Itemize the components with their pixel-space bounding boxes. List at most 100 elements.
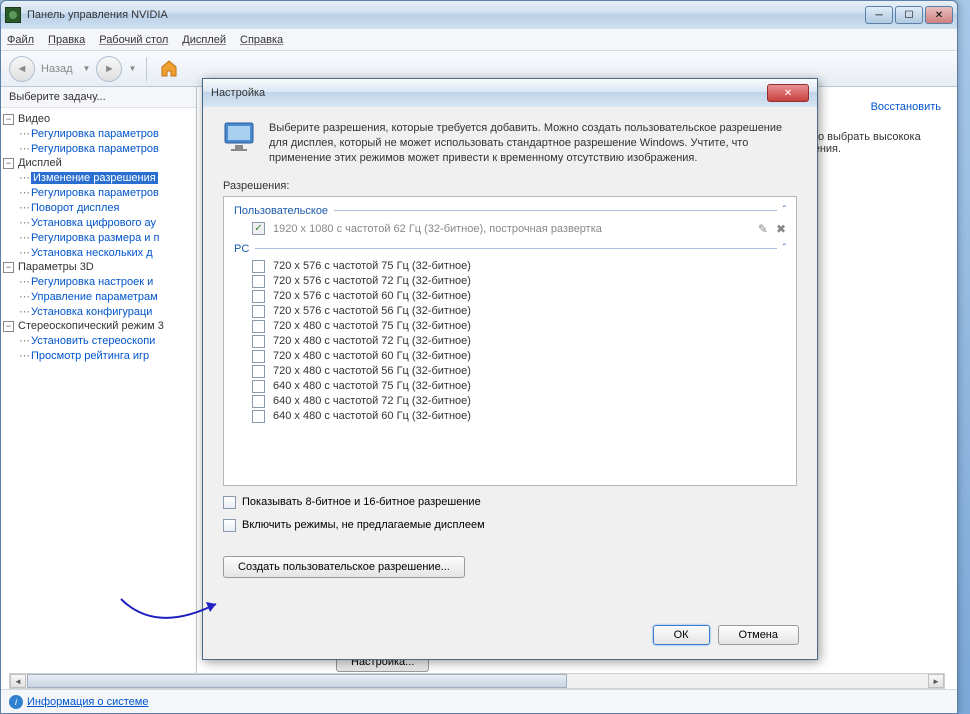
show-8-16-bit-label: Показывать 8-битное и 16-битное разрешен… [242, 496, 481, 508]
status-bar: i Информация о системе [1, 689, 957, 713]
menu-help[interactable]: Справка [240, 34, 283, 46]
tree-category[interactable]: Видео [18, 113, 50, 125]
resolution-checkbox[interactable] [252, 380, 265, 393]
nvidia-icon [5, 7, 21, 23]
tree-item[interactable]: Регулировка размера и п [31, 232, 159, 244]
resolution-label: 720 x 480 с частотой 72 Гц (32-битное) [273, 335, 471, 347]
tree-category[interactable]: Стереоскопический режим 3 [18, 320, 164, 332]
resolution-label: 640 x 480 с частотой 72 Гц (32-битное) [273, 395, 471, 407]
resolution-label: 1920 x 1080 с частотой 62 Гц (32-битное)… [273, 223, 602, 235]
system-info-link[interactable]: Информация о системе [27, 696, 148, 708]
tree-item[interactable]: Установить стереоскопи [31, 335, 155, 347]
resolution-checkbox[interactable] [252, 365, 265, 378]
maximize-button[interactable]: ☐ [895, 6, 923, 24]
resolution-item[interactable]: 720 x 480 с частотой 56 Гц (32-битное) [234, 364, 786, 379]
tree-toggle[interactable]: − [3, 158, 14, 169]
tree-toggle[interactable]: − [3, 114, 14, 125]
group-line [334, 210, 777, 211]
tree-item[interactable]: Регулировка параметров [31, 143, 159, 155]
home-icon[interactable] [157, 57, 181, 81]
resolution-checkbox[interactable] [252, 275, 265, 288]
scroll-thumb[interactable] [27, 674, 567, 688]
tree-item[interactable]: Установка нескольких д [31, 247, 153, 259]
tree-item[interactable]: Установка цифрового ау [31, 217, 156, 229]
resolution-label: 720 x 480 с частотой 60 Гц (32-битное) [273, 350, 471, 362]
ok-button[interactable]: ОК [653, 625, 710, 645]
title-bar[interactable]: Панель управления NVIDIA ─ ☐ ✕ [1, 1, 957, 29]
resolution-item[interactable]: 640 x 480 с частотой 72 Гц (32-битное) [234, 394, 786, 409]
resolution-checkbox[interactable] [252, 222, 265, 235]
resolution-item[interactable]: 640 x 480 с частотой 60 Гц (32-битное) [234, 409, 786, 424]
resolution-checkbox[interactable] [252, 260, 265, 273]
settings-dialog: Настройка ✕ Выберите разрешения, которые… [202, 78, 818, 660]
tree-item[interactable]: Регулировка настроек и [31, 276, 153, 288]
tree-toggle[interactable]: − [3, 262, 14, 273]
show-8-16-bit-checkbox[interactable] [223, 496, 236, 509]
close-button[interactable]: ✕ [925, 6, 953, 24]
dialog-close-button[interactable]: ✕ [767, 84, 809, 102]
resolution-item[interactable]: 720 x 480 с частотой 72 Гц (32-битное) [234, 334, 786, 349]
tree-toggle[interactable]: − [3, 321, 14, 332]
restore-link[interactable]: Восстановить [871, 101, 941, 113]
tree-item[interactable]: Изменение разрешения [31, 172, 158, 184]
menu-display[interactable]: Дисплей [182, 34, 226, 46]
back-dropdown[interactable]: ▼ [83, 64, 91, 73]
scroll-left-button[interactable]: ◄ [10, 674, 26, 688]
group-custom-title: Пользовательское [234, 205, 328, 217]
tree-item[interactable]: Управление параметрам [31, 291, 158, 303]
menu-desktop[interactable]: Рабочий стол [99, 34, 168, 46]
menu-bar: Файл Правка Рабочий стол Дисплей Справка [1, 29, 957, 51]
dialog-title-bar[interactable]: Настройка ✕ [203, 79, 817, 107]
resolution-item[interactable]: 720 x 576 с частотой 72 Гц (32-битное) [234, 274, 786, 289]
include-modes-label: Включить режимы, не предлагаемые дисплее… [242, 519, 485, 531]
include-modes-checkbox[interactable] [223, 519, 236, 532]
resolution-checkbox[interactable] [252, 290, 265, 303]
resolution-label: 720 x 576 с частотой 56 Гц (32-битное) [273, 305, 471, 317]
resolution-label: 720 x 576 с частотой 75 Гц (32-битное) [273, 260, 471, 272]
edit-icon[interactable]: ✎ [758, 222, 768, 236]
menu-edit[interactable]: Правка [48, 34, 85, 46]
scroll-track[interactable] [568, 674, 928, 688]
tree-item[interactable]: Поворот дисплея [31, 202, 119, 214]
tree-item[interactable]: Просмотр рейтинга игр [31, 350, 149, 362]
tree-item[interactable]: Установка конфигураци [31, 306, 152, 318]
group-custom-collapse[interactable]: ˆ [783, 205, 786, 216]
menu-file[interactable]: Файл [7, 34, 34, 46]
resolutions-listbox[interactable]: Пользовательское ˆ 1920 x 1080 с частото… [223, 196, 797, 486]
scroll-right-button[interactable]: ► [928, 674, 944, 688]
tree-category[interactable]: Параметры 3D [18, 261, 94, 273]
create-custom-resolution-button[interactable]: Создать пользовательское разрешение... [223, 556, 465, 578]
resolution-item[interactable]: 640 x 480 с частотой 75 Гц (32-битное) [234, 379, 786, 394]
tree-category[interactable]: Дисплей [18, 157, 62, 169]
minimize-button[interactable]: ─ [865, 6, 893, 24]
resolution-checkbox[interactable] [252, 410, 265, 423]
resolution-checkbox[interactable] [252, 335, 265, 348]
forward-dropdown[interactable]: ▼ [128, 64, 136, 73]
resolution-label: 720 x 480 с частотой 75 Гц (32-битное) [273, 320, 471, 332]
resolution-checkbox[interactable] [252, 350, 265, 363]
task-tree: −Видео⋯Регулировка параметров⋯Регулировк… [1, 108, 196, 367]
tree-item[interactable]: Регулировка параметров [31, 128, 159, 140]
dialog-intro-text: Выберите разрешения, которые требуется д… [269, 121, 797, 166]
back-button[interactable]: ◄ [9, 56, 35, 82]
resolution-checkbox[interactable] [252, 395, 265, 408]
group-pc-collapse[interactable]: ˆ [783, 243, 786, 254]
task-sidebar: Выберите задачу... −Видео⋯Регулировка па… [1, 87, 197, 689]
delete-icon[interactable]: ✖ [776, 222, 786, 236]
resolution-label: 720 x 576 с частотой 72 Гц (32-битное) [273, 275, 471, 287]
window-title: Панель управления NVIDIA [27, 9, 865, 21]
resolution-item[interactable]: 720 x 480 с частотой 75 Гц (32-битное) [234, 319, 786, 334]
resolution-item[interactable]: 720 x 576 с частотой 75 Гц (32-битное) [234, 259, 786, 274]
forward-button[interactable]: ► [96, 56, 122, 82]
resolution-checkbox[interactable] [252, 320, 265, 333]
resolution-item[interactable]: 720 x 576 с частотой 60 Гц (32-битное) [234, 289, 786, 304]
resolution-item[interactable]: 1920 x 1080 с частотой 62 Гц (32-битное)… [234, 221, 786, 237]
sidebar-header: Выберите задачу... [1, 87, 196, 108]
dialog-title: Настройка [211, 87, 767, 99]
cancel-button[interactable]: Отмена [718, 625, 799, 645]
resolution-item[interactable]: 720 x 480 с частотой 60 Гц (32-битное) [234, 349, 786, 364]
tree-item[interactable]: Регулировка параметров [31, 187, 159, 199]
resolution-item[interactable]: 720 x 576 с частотой 56 Гц (32-битное) [234, 304, 786, 319]
resolution-checkbox[interactable] [252, 305, 265, 318]
horizontal-scrollbar[interactable]: ◄ ► [9, 673, 945, 689]
